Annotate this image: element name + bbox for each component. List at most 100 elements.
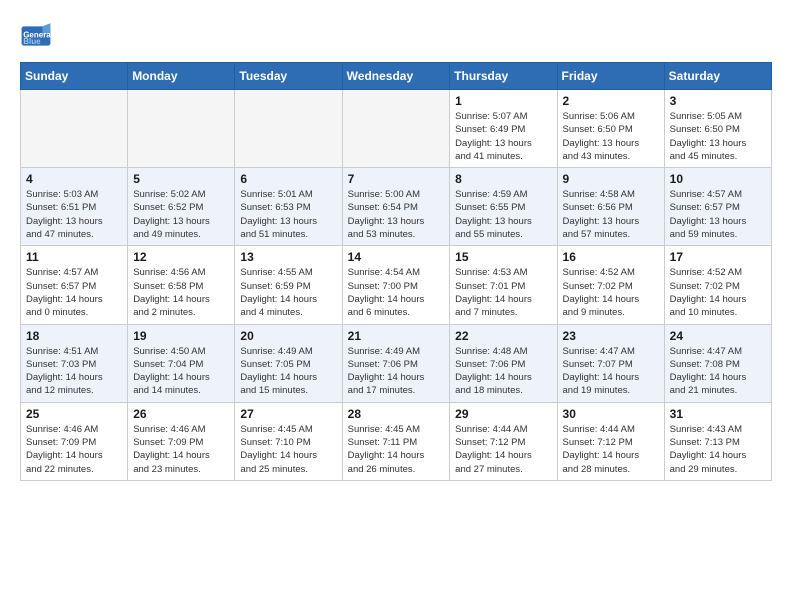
day-number: 17 bbox=[670, 250, 766, 264]
calendar-cell bbox=[128, 90, 235, 168]
calendar-cell: 8Sunrise: 4:59 AM Sunset: 6:55 PM Daylig… bbox=[450, 168, 557, 246]
day-number: 24 bbox=[670, 329, 766, 343]
day-number: 20 bbox=[240, 329, 336, 343]
calendar-cell: 12 Sunrise: 4:56 AM Sunset: 6:58 PM Dayli… bbox=[128, 246, 235, 324]
col-header-friday: Friday bbox=[557, 63, 664, 90]
calendar-cell: 25 Sunrise: 4:46 AM Sunset: 7:09 PM Dayli… bbox=[21, 402, 128, 480]
day-number: 23 bbox=[563, 329, 659, 343]
calendar-cell: 11 Sunrise: 4:57 AM Sunset: 6:57 PM Dayli… bbox=[21, 246, 128, 324]
calendar-cell: 4 Sunrise: 5:03 AM Sunset: 6:51 PM Daylig… bbox=[21, 168, 128, 246]
calendar-cell: 31Sunrise: 4:43 AM Sunset: 7:13 PM Dayli… bbox=[664, 402, 771, 480]
day-info: Sunrise: 5:06 AM Sunset: 6:50 PM Dayligh… bbox=[563, 110, 659, 163]
day-info: Sunrise: 5:03 AM Sunset: 6:51 PM Dayligh… bbox=[26, 188, 122, 241]
day-info: Sunrise: 4:52 AM Sunset: 7:02 PM Dayligh… bbox=[670, 266, 766, 319]
day-info: Sunrise: 4:59 AM Sunset: 6:55 PM Dayligh… bbox=[455, 188, 551, 241]
logo: General Blue bbox=[20, 20, 58, 52]
calendar-cell bbox=[342, 90, 450, 168]
day-number: 27 bbox=[240, 407, 336, 421]
day-number: 16 bbox=[563, 250, 659, 264]
calendar-cell: 10 Sunrise: 4:57 AM Sunset: 6:57 PM Dayli… bbox=[664, 168, 771, 246]
calendar-cell: 17 Sunrise: 4:52 AM Sunset: 7:02 PM Dayli… bbox=[664, 246, 771, 324]
day-number: 10 bbox=[670, 172, 766, 186]
calendar-cell: 2Sunrise: 5:06 AM Sunset: 6:50 PM Daylig… bbox=[557, 90, 664, 168]
day-number: 28 bbox=[348, 407, 445, 421]
day-number: 5 bbox=[133, 172, 229, 186]
day-number: 11 bbox=[26, 250, 122, 264]
calendar-cell: 30Sunrise: 4:44 AM Sunset: 7:12 PM Dayli… bbox=[557, 402, 664, 480]
day-number: 22 bbox=[455, 329, 551, 343]
day-info: Sunrise: 4:58 AM Sunset: 6:56 PM Dayligh… bbox=[563, 188, 659, 241]
day-info: Sunrise: 4:55 AM Sunset: 6:59 PM Dayligh… bbox=[240, 266, 336, 319]
svg-text:Blue: Blue bbox=[23, 37, 41, 46]
day-info: Sunrise: 4:56 AM Sunset: 6:58 PM Dayligh… bbox=[133, 266, 229, 319]
day-info: Sunrise: 4:57 AM Sunset: 6:57 PM Dayligh… bbox=[670, 188, 766, 241]
day-info: Sunrise: 4:45 AM Sunset: 7:10 PM Dayligh… bbox=[240, 423, 336, 476]
day-number: 29 bbox=[455, 407, 551, 421]
calendar-cell: 21Sunrise: 4:49 AM Sunset: 7:06 PM Dayli… bbox=[342, 324, 450, 402]
calendar-cell bbox=[21, 90, 128, 168]
day-info: Sunrise: 4:52 AM Sunset: 7:02 PM Dayligh… bbox=[563, 266, 659, 319]
calendar-cell: 6 Sunrise: 5:01 AM Sunset: 6:53 PM Daylig… bbox=[235, 168, 342, 246]
day-number: 4 bbox=[26, 172, 122, 186]
calendar-cell: 13 Sunrise: 4:55 AM Sunset: 6:59 PM Dayli… bbox=[235, 246, 342, 324]
day-info: Sunrise: 4:57 AM Sunset: 6:57 PM Dayligh… bbox=[26, 266, 122, 319]
day-info: Sunrise: 4:45 AM Sunset: 7:11 PM Dayligh… bbox=[348, 423, 445, 476]
day-info: Sunrise: 4:47 AM Sunset: 7:08 PM Dayligh… bbox=[670, 345, 766, 398]
day-info: Sunrise: 4:49 AM Sunset: 7:05 PM Dayligh… bbox=[240, 345, 336, 398]
col-header-sunday: Sunday bbox=[21, 63, 128, 90]
day-info: Sunrise: 5:05 AM Sunset: 6:50 PM Dayligh… bbox=[670, 110, 766, 163]
day-number: 15 bbox=[455, 250, 551, 264]
day-number: 7 bbox=[348, 172, 445, 186]
calendar-header-row: SundayMondayTuesdayWednesdayThursdayFrid… bbox=[21, 63, 772, 90]
day-number: 25 bbox=[26, 407, 122, 421]
day-info: Sunrise: 5:01 AM Sunset: 6:53 PM Dayligh… bbox=[240, 188, 336, 241]
calendar-cell bbox=[235, 90, 342, 168]
day-number: 12 bbox=[133, 250, 229, 264]
day-info: Sunrise: 4:43 AM Sunset: 7:13 PM Dayligh… bbox=[670, 423, 766, 476]
calendar-cell: 24 Sunrise: 4:47 AM Sunset: 7:08 PM Dayli… bbox=[664, 324, 771, 402]
day-number: 6 bbox=[240, 172, 336, 186]
day-info: Sunrise: 4:49 AM Sunset: 7:06 PM Dayligh… bbox=[348, 345, 445, 398]
calendar-cell: 22 Sunrise: 4:48 AM Sunset: 7:06 PM Dayli… bbox=[450, 324, 557, 402]
calendar-cell: 18 Sunrise: 4:51 AM Sunset: 7:03 PM Dayli… bbox=[21, 324, 128, 402]
calendar-cell: 29Sunrise: 4:44 AM Sunset: 7:12 PM Dayli… bbox=[450, 402, 557, 480]
day-info: Sunrise: 4:54 AM Sunset: 7:00 PM Dayligh… bbox=[348, 266, 445, 319]
day-info: Sunrise: 4:46 AM Sunset: 7:09 PM Dayligh… bbox=[133, 423, 229, 476]
calendar-cell: 27 Sunrise: 4:45 AM Sunset: 7:10 PM Dayli… bbox=[235, 402, 342, 480]
day-info: Sunrise: 4:47 AM Sunset: 7:07 PM Dayligh… bbox=[563, 345, 659, 398]
day-number: 26 bbox=[133, 407, 229, 421]
day-number: 19 bbox=[133, 329, 229, 343]
day-info: Sunrise: 4:53 AM Sunset: 7:01 PM Dayligh… bbox=[455, 266, 551, 319]
calendar-cell: 1 Sunrise: 5:07 AM Sunset: 6:49 PM Daylig… bbox=[450, 90, 557, 168]
logo-icon: General Blue bbox=[20, 20, 52, 52]
calendar-cell: 28 Sunrise: 4:45 AM Sunset: 7:11 PM Dayli… bbox=[342, 402, 450, 480]
calendar-week-row: 1 Sunrise: 5:07 AM Sunset: 6:49 PM Daylig… bbox=[21, 90, 772, 168]
col-header-thursday: Thursday bbox=[450, 63, 557, 90]
day-info: Sunrise: 4:51 AM Sunset: 7:03 PM Dayligh… bbox=[26, 345, 122, 398]
calendar-cell: 23 Sunrise: 4:47 AM Sunset: 7:07 PM Dayli… bbox=[557, 324, 664, 402]
col-header-wednesday: Wednesday bbox=[342, 63, 450, 90]
day-number: 1 bbox=[455, 94, 551, 108]
calendar-cell: 26 Sunrise: 4:46 AM Sunset: 7:09 PM Dayli… bbox=[128, 402, 235, 480]
day-info: Sunrise: 4:44 AM Sunset: 7:12 PM Dayligh… bbox=[563, 423, 659, 476]
page-header: General Blue bbox=[20, 20, 772, 52]
calendar-cell: 20 Sunrise: 4:49 AM Sunset: 7:05 PM Dayli… bbox=[235, 324, 342, 402]
calendar-week-row: 4 Sunrise: 5:03 AM Sunset: 6:51 PM Daylig… bbox=[21, 168, 772, 246]
day-info: Sunrise: 5:07 AM Sunset: 6:49 PM Dayligh… bbox=[455, 110, 551, 163]
day-info: Sunrise: 4:50 AM Sunset: 7:04 PM Dayligh… bbox=[133, 345, 229, 398]
day-number: 18 bbox=[26, 329, 122, 343]
day-number: 3 bbox=[670, 94, 766, 108]
calendar-table: SundayMondayTuesdayWednesdayThursdayFrid… bbox=[20, 62, 772, 481]
col-header-monday: Monday bbox=[128, 63, 235, 90]
col-header-saturday: Saturday bbox=[664, 63, 771, 90]
calendar-cell: 15 Sunrise: 4:53 AM Sunset: 7:01 PM Dayli… bbox=[450, 246, 557, 324]
calendar-cell: 14Sunrise: 4:54 AM Sunset: 7:00 PM Dayli… bbox=[342, 246, 450, 324]
calendar-week-row: 11 Sunrise: 4:57 AM Sunset: 6:57 PM Dayli… bbox=[21, 246, 772, 324]
calendar-cell: 19 Sunrise: 4:50 AM Sunset: 7:04 PM Dayli… bbox=[128, 324, 235, 402]
day-info: Sunrise: 4:48 AM Sunset: 7:06 PM Dayligh… bbox=[455, 345, 551, 398]
day-info: Sunrise: 4:46 AM Sunset: 7:09 PM Dayligh… bbox=[26, 423, 122, 476]
day-info: Sunrise: 5:00 AM Sunset: 6:54 PM Dayligh… bbox=[348, 188, 445, 241]
day-info: Sunrise: 5:02 AM Sunset: 6:52 PM Dayligh… bbox=[133, 188, 229, 241]
calendar-week-row: 18 Sunrise: 4:51 AM Sunset: 7:03 PM Dayli… bbox=[21, 324, 772, 402]
day-number: 13 bbox=[240, 250, 336, 264]
